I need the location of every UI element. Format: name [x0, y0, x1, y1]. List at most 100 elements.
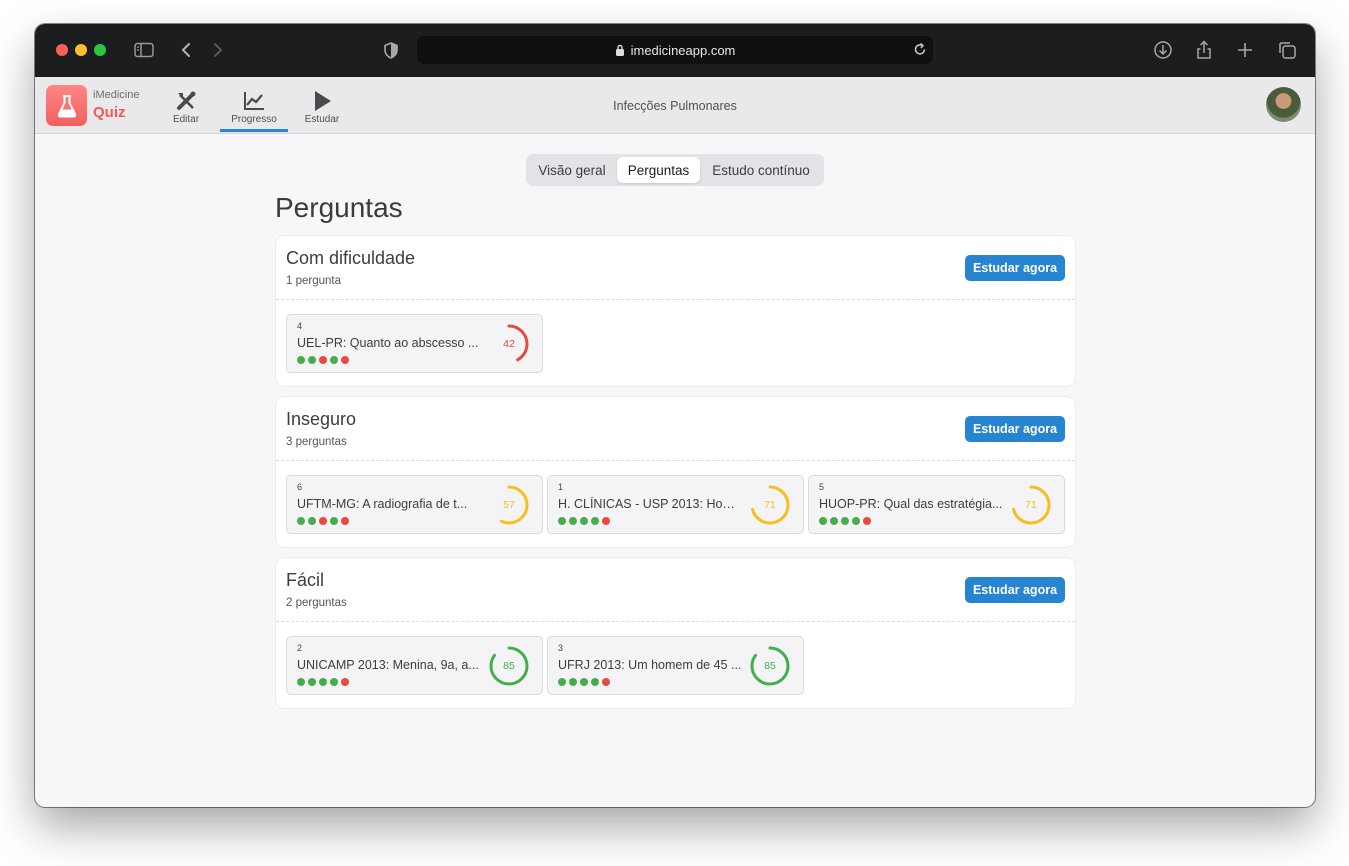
nav-label: Progresso: [231, 114, 277, 125]
answer-history-dot: [297, 356, 305, 364]
score-value: 85: [764, 660, 776, 672]
tab-perguntas[interactable]: Perguntas: [617, 157, 700, 183]
answer-history-dot: [830, 517, 838, 525]
score-gauge: 85: [749, 645, 791, 687]
page-title: Perguntas: [275, 192, 403, 223]
answer-history-dot: [319, 356, 327, 364]
answer-history-dot: [297, 517, 305, 525]
section-title: Fácil: [286, 570, 325, 590]
lock-icon: [615, 44, 624, 56]
answer-history-dot: [841, 517, 849, 525]
answer-history-dot: [591, 517, 599, 525]
question-card[interactable]: 4 UEL-PR: Quanto ao abscesso ... 42: [286, 314, 543, 373]
answer-history: [297, 517, 349, 525]
close-window-button[interactable]: [56, 44, 68, 56]
question-text: UFRJ 2013: Um homem de 45 ...: [558, 658, 742, 672]
section-divider: [276, 621, 1075, 622]
answer-history-dot: [819, 517, 827, 525]
section-count: 1 pergunta: [286, 275, 341, 287]
url-text: imedicineapp.com: [630, 42, 736, 58]
question-group-section: Fácil 2 perguntas Estudar agora 2 UNICAMP 20…: [275, 557, 1076, 709]
tab-visao-geral[interactable]: Visão geral: [529, 157, 615, 183]
answer-history-dot: [308, 517, 316, 525]
question-card[interactable]: 2 UNICAMP 2013: Menina, 9a, a... 85: [286, 636, 543, 695]
zoom-window-button[interactable]: [94, 44, 106, 56]
answer-history-dot: [602, 678, 610, 686]
browser-window: imedicineapp.com iMedicine Quiz Editar P…: [35, 24, 1315, 807]
question-card[interactable]: 3 UFRJ 2013: Um homem de 45 ... 85: [547, 636, 804, 695]
question-number: 4: [297, 321, 303, 331]
score-gauge: 85: [488, 645, 530, 687]
tab-overview-icon[interactable]: [1275, 38, 1299, 62]
nav-label: Estudar: [304, 114, 340, 125]
answer-history-dot: [341, 356, 349, 364]
answer-history: [558, 517, 610, 525]
view-segmented-control: Visão geral Perguntas Estudo contínuo: [526, 154, 824, 186]
section-count: 2 perguntas: [286, 597, 347, 609]
score-value: 57: [503, 499, 515, 511]
back-icon[interactable]: [174, 38, 198, 62]
active-nav-indicator: [220, 129, 288, 132]
answer-history-dot: [569, 517, 577, 525]
answer-history-dot: [297, 678, 305, 686]
answer-history-dot: [558, 678, 566, 686]
study-now-button[interactable]: Estudar agora: [965, 416, 1065, 442]
score-value: 42: [503, 338, 515, 350]
score-value: 71: [764, 499, 776, 511]
answer-history-dot: [558, 517, 566, 525]
section-divider: [276, 299, 1075, 300]
question-card[interactable]: 6 UFTM-MG: A radiografia de t... 57: [286, 475, 543, 534]
answer-history-dot: [580, 517, 588, 525]
answer-history-dot: [341, 517, 349, 525]
question-text: UFTM-MG: A radiografia de t...: [297, 497, 468, 511]
forward-icon[interactable]: [206, 38, 230, 62]
answer-history-dot: [341, 678, 349, 686]
section-divider: [276, 460, 1075, 461]
score-gauge: 71: [1010, 484, 1052, 526]
question-number: 5: [819, 482, 825, 492]
question-card[interactable]: 5 HUOP-PR: Qual das estratégia... 71: [808, 475, 1065, 534]
answer-history-dot: [330, 678, 338, 686]
question-card[interactable]: 1 H. CLÍNICAS - USP 2013: Hom... 71: [547, 475, 804, 534]
answer-history: [558, 678, 610, 686]
question-number: 1: [558, 482, 564, 492]
score-gauge: 71: [749, 484, 791, 526]
section-title: Com dificuldade: [286, 248, 416, 268]
reload-icon[interactable]: [913, 41, 927, 62]
answer-history: [297, 678, 349, 686]
nav-label: Editar: [172, 114, 200, 125]
answer-history-dot: [569, 678, 577, 686]
answer-history-dot: [602, 517, 610, 525]
question-number: 2: [297, 643, 303, 653]
question-text: HUOP-PR: Qual das estratégia...: [819, 497, 1003, 511]
question-group-section: Com dificuldade 1 pergunta Estudar agora 4 U…: [275, 235, 1076, 387]
sidebar-toggle-icon[interactable]: [132, 38, 156, 62]
question-number: 6: [297, 482, 303, 492]
answer-history-dot: [852, 517, 860, 525]
answer-history-dot: [580, 678, 588, 686]
score-value: 71: [1025, 499, 1037, 511]
privacy-shield-icon[interactable]: [379, 38, 403, 62]
section-count: 3 perguntas: [286, 436, 347, 448]
answer-history-dot: [308, 356, 316, 364]
question-group-section: Inseguro 3 perguntas Estudar agora 6 UFTM-MG…: [275, 396, 1076, 548]
study-now-button[interactable]: Estudar agora: [965, 577, 1065, 603]
answer-history: [297, 356, 349, 364]
user-avatar[interactable]: [1266, 87, 1301, 122]
answer-history-dot: [330, 356, 338, 364]
new-tab-icon[interactable]: [1233, 38, 1257, 62]
downloads-icon[interactable]: [1151, 38, 1175, 62]
answer-history: [819, 517, 871, 525]
tab-estudo-continuo[interactable]: Estudo contínuo: [702, 157, 820, 183]
question-text: UEL-PR: Quanto ao abscesso ...: [297, 336, 479, 350]
question-text: UNICAMP 2013: Menina, 9a, a...: [297, 658, 479, 672]
score-gauge: 42: [488, 323, 530, 365]
browser-toolbar: imedicineapp.com: [35, 24, 1315, 77]
address-bar[interactable]: imedicineapp.com: [417, 36, 933, 64]
study-now-button[interactable]: Estudar agora: [965, 255, 1065, 281]
share-icon[interactable]: [1192, 38, 1216, 62]
answer-history-dot: [308, 678, 316, 686]
minimize-window-button[interactable]: [75, 44, 87, 56]
question-text: H. CLÍNICAS - USP 2013: Hom...: [558, 497, 743, 511]
answer-history-dot: [330, 517, 338, 525]
